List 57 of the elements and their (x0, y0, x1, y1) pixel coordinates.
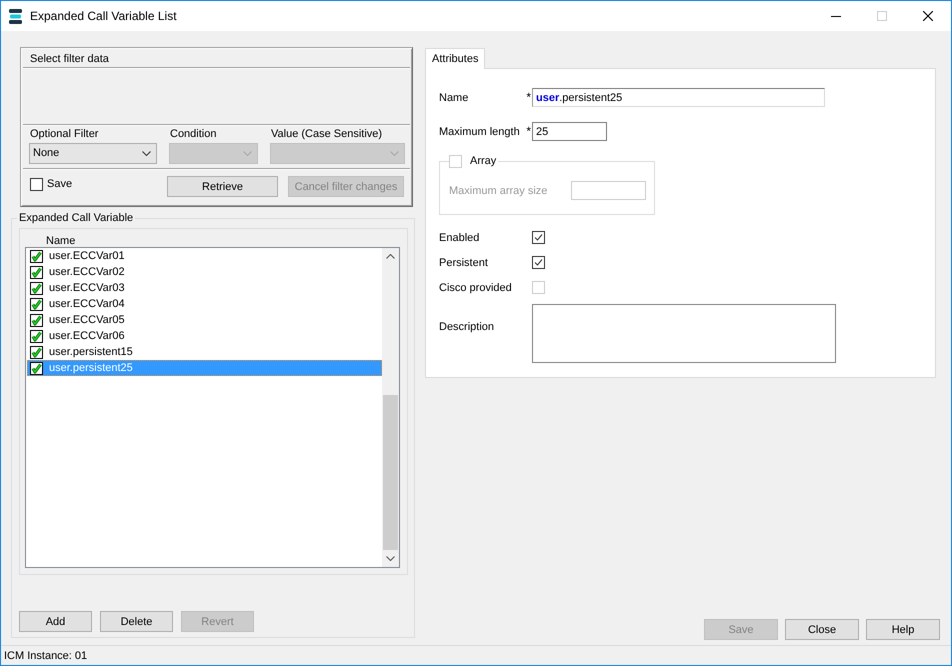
list-item[interactable]: user.ECCVar05 (27, 312, 382, 328)
dialog-button[interactable]: Close (785, 619, 859, 640)
chevron-up-icon[interactable] (386, 254, 395, 259)
length-field[interactable]: 25 (532, 122, 607, 141)
filter-label: Value (Case Sensitive) (270, 128, 384, 141)
scrollbar[interactable] (382, 248, 399, 567)
list-item[interactable]: user.persistent15 (27, 344, 382, 360)
field-label: Description (439, 321, 494, 334)
item-checkbox[interactable] (30, 250, 43, 262)
field-label: Persistent (439, 256, 488, 269)
field-label: Maximum array size (449, 184, 548, 197)
array-label: Array (470, 155, 496, 167)
item-checkbox[interactable] (30, 314, 43, 326)
column-header: Name (45, 234, 76, 247)
filter-dropdown[interactable]: None (29, 143, 157, 164)
save-label: Save (47, 178, 72, 191)
chevron-down-icon[interactable] (386, 556, 395, 561)
list-item[interactable]: user.ECCVar03 (27, 280, 382, 296)
item-checkbox[interactable] (30, 362, 43, 374)
status-text: ICM Instance: 01 (4, 650, 88, 662)
maximize-icon (877, 11, 887, 21)
item-checkbox[interactable] (30, 330, 43, 342)
list-item[interactable]: user.ECCVar06 (27, 328, 382, 344)
field-label: Cisco provided (439, 282, 512, 294)
scroll-thumb[interactable] (383, 395, 398, 550)
window-title: Expanded Call Variable List (30, 9, 177, 23)
chevron-down-icon (142, 151, 151, 156)
field-label: Name (439, 92, 468, 104)
list-item[interactable]: user.ECCVar01 (27, 248, 382, 264)
item-checkbox[interactable] (30, 266, 43, 278)
group-title: Expanded Call Variable (18, 212, 134, 225)
save-checkbox[interactable] (30, 178, 43, 191)
filter-button[interactable]: Retrieve (167, 176, 278, 197)
filter-label: Condition (169, 128, 218, 141)
list-button[interactable]: Delete (100, 611, 173, 632)
required-mark: * (526, 92, 531, 102)
field-label: Maximum length (439, 126, 520, 138)
name-field[interactable]: user.persistent25 (532, 88, 825, 107)
dialog-button[interactable]: Help (866, 619, 940, 640)
chevron-down-icon (390, 151, 399, 156)
chevron-down-icon (243, 151, 252, 156)
field-label: Enabled (439, 232, 480, 244)
stacked-layers-icon (9, 8, 22, 24)
list-item[interactable]: user.ECCVar04 (27, 296, 382, 312)
filter-heading: Select filter data (30, 53, 109, 65)
close-icon (923, 11, 933, 21)
list-item[interactable]: user.ECCVar02 (27, 264, 382, 280)
tab[interactable]: Attributes (425, 48, 486, 69)
checkbox[interactable] (532, 231, 545, 244)
required-mark: * (526, 126, 531, 136)
description-field[interactable] (532, 304, 836, 364)
checkbox[interactable] (532, 256, 545, 270)
item-checkbox[interactable] (30, 346, 43, 358)
item-checkbox[interactable] (30, 298, 43, 310)
list-button[interactable]: Add (19, 611, 92, 632)
item-checkbox[interactable] (30, 282, 43, 294)
filter-label: Optional Filter (29, 128, 100, 141)
